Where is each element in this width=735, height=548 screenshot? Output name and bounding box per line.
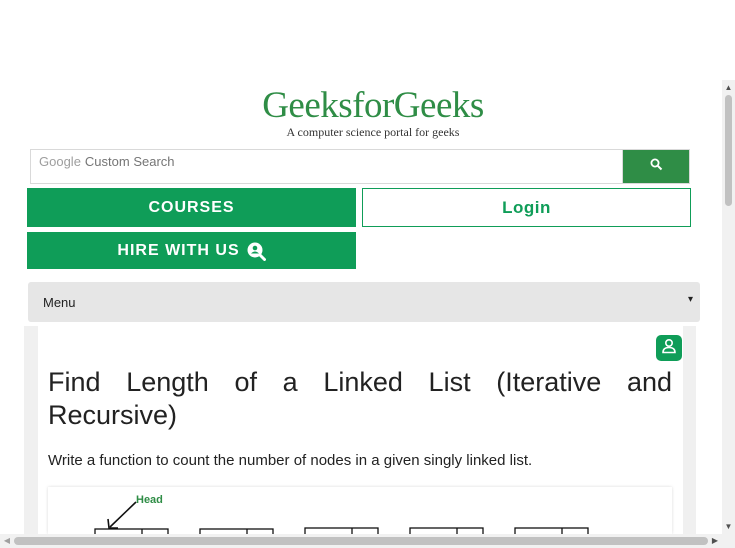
article-gutter-left <box>24 326 38 534</box>
menu-select[interactable]: Menu ▾ <box>28 282 700 322</box>
courses-button[interactable]: COURSES <box>27 188 356 227</box>
article-description: Write a function to count the number of … <box>48 452 533 469</box>
menu-label: Menu <box>43 295 76 310</box>
vertical-scrollbar[interactable]: ▲ ▼ <box>722 80 735 534</box>
scrollbar-corner <box>722 534 735 548</box>
google-brand-label: Google <box>39 154 81 169</box>
logo-wordmark: GeeksforGeeks <box>262 85 484 126</box>
horizontal-scroll-thumb[interactable] <box>14 537 708 545</box>
search-icon <box>650 158 663 176</box>
scroll-down-icon[interactable]: ▼ <box>722 519 735 534</box>
login-label: Login <box>502 197 551 217</box>
scroll-left-icon[interactable]: ◀ <box>0 534 14 548</box>
courses-label: COURSES <box>148 198 235 216</box>
user-search-icon <box>246 241 266 261</box>
linked-list-diagram: Head <box>94 494 589 534</box>
chevron-down-icon: ▾ <box>687 294 693 305</box>
head-arrow <box>109 501 137 528</box>
logo-tagline: A computer science portal for geeks <box>286 125 460 139</box>
login-button[interactable]: Login <box>362 188 691 227</box>
article-title: Find Length of a Linked List (Iterative … <box>48 367 672 430</box>
search-input[interactable]: Google Custom Search <box>31 150 623 183</box>
scroll-up-icon[interactable]: ▲ <box>722 80 735 95</box>
site-logo[interactable]: GeeksforGeeks A computer science portal … <box>250 85 496 139</box>
article-gutter-right <box>683 326 696 534</box>
linked-list-figure: Head <box>48 487 672 534</box>
head-label: Head <box>136 494 163 506</box>
user-icon <box>660 337 678 360</box>
search-bar: Google Custom Search <box>30 149 690 184</box>
hire-with-us-button[interactable]: HIRE WITH US <box>27 232 356 269</box>
scroll-right-icon[interactable]: ▶ <box>708 534 722 548</box>
horizontal-scrollbar[interactable]: ◀ ▶ <box>0 534 722 548</box>
search-placeholder: Custom Search <box>84 154 175 169</box>
author-profile-button[interactable] <box>656 335 682 361</box>
hire-label: HIRE WITH US <box>117 241 240 259</box>
search-button[interactable] <box>623 150 689 183</box>
vertical-scroll-thumb[interactable] <box>725 95 732 206</box>
